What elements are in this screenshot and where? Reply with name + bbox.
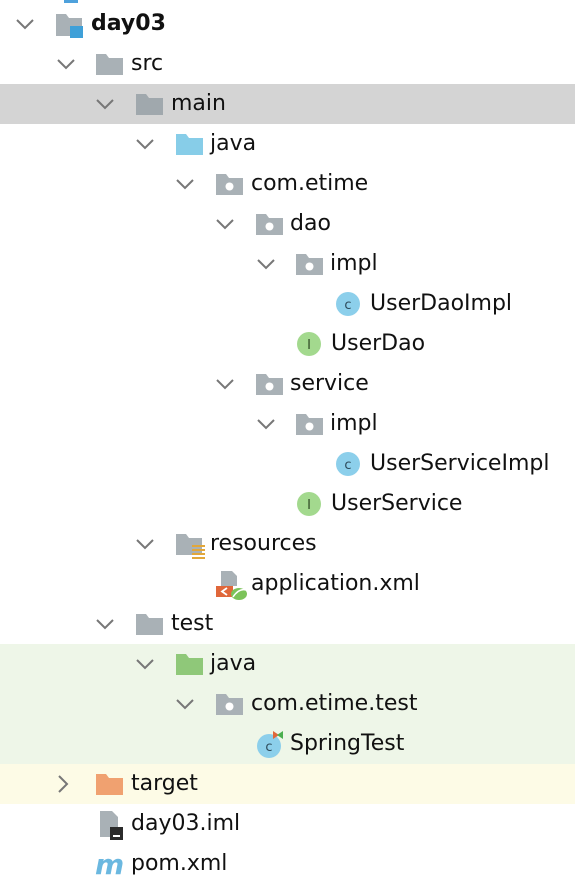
tree-node-userdaoimpl[interactable]: c UserDaoImpl — [0, 284, 575, 324]
package-icon — [255, 364, 283, 404]
package-icon — [255, 204, 283, 244]
tree-node-test-java[interactable]: java — [0, 644, 575, 684]
svg-text:I: I — [307, 338, 311, 353]
tree-label-userserviceimpl: UserServiceImpl — [370, 451, 550, 476]
tree-label-test-java: java — [210, 651, 257, 676]
package-icon — [295, 244, 323, 284]
svg-text:c: c — [344, 298, 351, 313]
tree-label-dao-impl: impl — [330, 251, 378, 276]
tree-label-day03: day03 — [91, 11, 166, 36]
tree-node-test[interactable]: test — [0, 604, 575, 644]
chevron-down-icon[interactable] — [214, 204, 238, 244]
tree-label-main: main — [171, 91, 226, 116]
source-root-folder-icon — [175, 124, 203, 164]
chevron-down-icon[interactable] — [134, 644, 158, 684]
iml-file-icon — [98, 804, 126, 844]
tree-label-springtest: SpringTest — [290, 731, 405, 756]
spring-xml-file-icon — [215, 564, 247, 604]
chevron-right-icon[interactable] — [55, 764, 79, 804]
chevron-down-icon[interactable] — [14, 4, 38, 44]
tree-label-day03-iml: day03.iml — [131, 811, 241, 836]
tree-label-com-etime-test: com.etime.test — [251, 691, 418, 716]
tree-node-userdao[interactable]: I UserDao — [0, 324, 575, 364]
test-class-icon: c — [255, 724, 283, 764]
tree-label-dao: dao — [290, 211, 331, 236]
tree-node-pom-xml[interactable]: m pom.xml — [0, 844, 575, 884]
package-icon — [215, 164, 243, 204]
tree-label-test: test — [171, 611, 214, 636]
class-icon: c — [334, 284, 362, 324]
chevron-down-icon[interactable] — [94, 84, 118, 124]
chevron-down-icon[interactable] — [214, 364, 238, 404]
tree-node-target[interactable]: target — [0, 764, 575, 804]
tree-node-main[interactable]: main — [0, 84, 575, 124]
chevron-down-icon[interactable] — [174, 164, 198, 204]
tree-node-day03[interactable]: day03 — [0, 4, 575, 44]
tree-label-main-java: java — [210, 131, 257, 156]
chevron-down-icon[interactable] — [134, 524, 158, 564]
chevron-down-icon[interactable] — [134, 124, 158, 164]
tree-label-userdaoimpl: UserDaoImpl — [370, 291, 513, 316]
scrolled-row-edge — [64, 0, 78, 3]
tree-label-src: src — [131, 51, 164, 76]
tree-label-service: service — [290, 371, 369, 396]
tree-node-com-etime-test[interactable]: com.etime.test — [0, 684, 575, 724]
svg-text:c: c — [344, 458, 351, 473]
tree-node-day03-iml[interactable]: day03.iml — [0, 804, 575, 844]
maven-pom-icon: m — [95, 844, 124, 884]
svg-text:I: I — [307, 498, 311, 513]
tree-label-pom-xml: pom.xml — [131, 851, 228, 876]
tree-label-com-etime: com.etime — [251, 171, 369, 196]
class-icon: c — [334, 444, 362, 484]
tree-label-application-xml: application.xml — [251, 571, 420, 596]
tree-node-main-java[interactable]: java — [0, 124, 575, 164]
chevron-down-icon[interactable] — [255, 404, 279, 444]
tree-label-target: target — [131, 771, 198, 796]
tree-node-resources[interactable]: resources — [0, 524, 575, 564]
svg-text:m: m — [95, 850, 124, 880]
tree-node-springtest[interactable]: c SpringTest — [0, 724, 575, 764]
project-tree: day03 src main java com.etime dao impl c… — [0, 0, 575, 884]
tree-node-dao-impl[interactable]: impl — [0, 244, 575, 284]
chevron-down-icon[interactable] — [174, 684, 198, 724]
tree-label-resources: resources — [210, 531, 317, 556]
tree-label-service-impl: impl — [330, 411, 378, 436]
folder-icon — [95, 44, 123, 84]
tree-label-userservice: UserService — [331, 491, 463, 516]
chevron-down-icon[interactable] — [55, 44, 79, 84]
chevron-down-icon[interactable] — [94, 604, 118, 644]
tree-node-service-impl[interactable]: impl — [0, 404, 575, 444]
folder-icon — [135, 84, 163, 124]
tree-node-src[interactable]: src — [0, 44, 575, 84]
interface-icon: I — [295, 484, 323, 524]
package-icon — [295, 404, 323, 444]
tree-node-dao[interactable]: dao — [0, 204, 575, 244]
tree-node-application-xml[interactable]: application.xml — [0, 564, 575, 604]
resources-root-icon — [175, 524, 205, 564]
chevron-down-icon[interactable] — [255, 244, 279, 284]
svg-text:c: c — [265, 740, 272, 755]
tree-label-userdao: UserDao — [331, 331, 426, 356]
module-folder-icon — [55, 4, 83, 44]
test-root-folder-icon — [175, 644, 203, 684]
tree-node-com-etime[interactable]: com.etime — [0, 164, 575, 204]
package-icon — [215, 684, 243, 724]
excluded-folder-icon — [95, 764, 123, 804]
tree-node-service[interactable]: service — [0, 364, 575, 404]
tree-node-userservice[interactable]: I UserService — [0, 484, 575, 524]
tree-node-userserviceimpl[interactable]: c UserServiceImpl — [0, 444, 575, 484]
folder-icon — [135, 604, 163, 644]
interface-icon: I — [295, 324, 323, 364]
